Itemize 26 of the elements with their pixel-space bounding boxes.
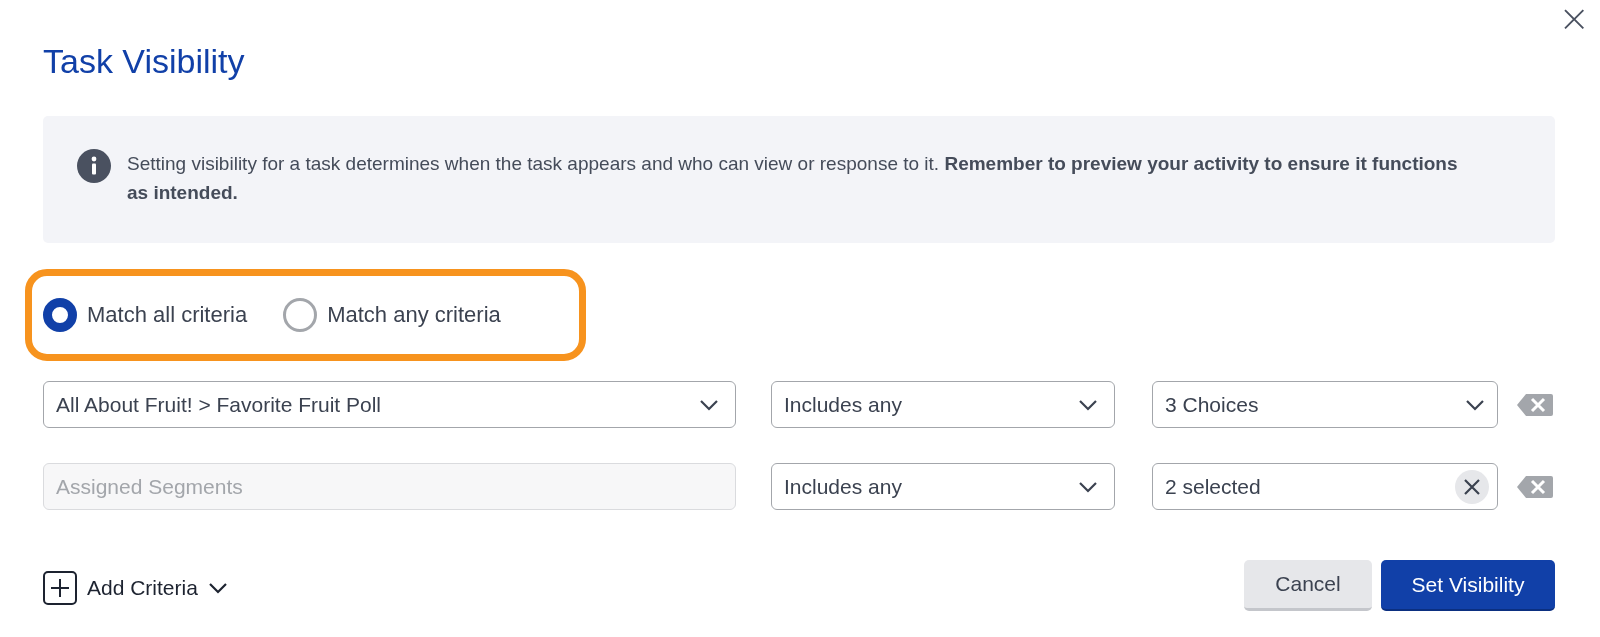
value-dropdown[interactable]: 3 Choices xyxy=(1152,381,1498,428)
close-button[interactable]: × xyxy=(1554,0,1594,36)
clear-icon[interactable] xyxy=(1455,469,1489,504)
set-visibility-button[interactable]: Set Visibility xyxy=(1381,560,1555,611)
radio-option[interactable]: Match all criteria xyxy=(43,298,248,332)
radio-button[interactable] xyxy=(283,298,318,332)
operator-dropdown[interactable]: Includes any xyxy=(771,381,1115,428)
source-dropdown[interactable]: All About Fruit! > Favorite Fruit Poll xyxy=(43,381,736,428)
delete-icon[interactable] xyxy=(1517,392,1553,417)
operator-dropdown[interactable]: Includes any xyxy=(771,463,1115,510)
cancel-button[interactable]: Cancel xyxy=(1244,560,1372,611)
dialog-title: Task Visibility xyxy=(43,41,246,82)
caret-icon xyxy=(1465,398,1485,411)
plus-icon xyxy=(43,570,77,605)
caret-icon xyxy=(1078,398,1098,411)
delete-icon[interactable] xyxy=(1517,474,1553,499)
value-dropdown[interactable]: 2 selected xyxy=(1152,463,1498,510)
info-icon xyxy=(77,149,111,183)
caret-icon xyxy=(1078,480,1098,493)
radio-button[interactable] xyxy=(43,298,77,332)
info-text: Setting visibility for a task determines when the task appears and who can view or response to it. Remember to preview your activity to ensure it functions as intended. xyxy=(127,152,1459,205)
caret-icon xyxy=(207,581,228,594)
caret-icon xyxy=(699,398,719,411)
add-criteria-button[interactable]: Add Criteria xyxy=(43,570,228,605)
radio-option[interactable]: Match any criteria xyxy=(283,298,501,332)
source-field: Assigned Segments xyxy=(43,463,736,510)
